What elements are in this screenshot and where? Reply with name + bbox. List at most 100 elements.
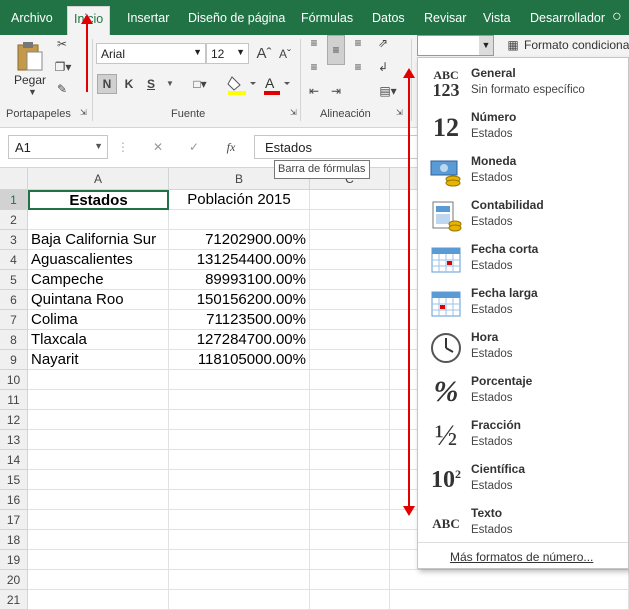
row-header[interactable]: 18: [0, 530, 28, 550]
align-right-icon[interactable]: ≡: [349, 59, 367, 75]
cell-b[interactable]: 71202900.00%: [169, 230, 310, 250]
cell-c[interactable]: [310, 570, 390, 590]
row-header[interactable]: 20: [0, 570, 28, 590]
cell-a[interactable]: Campeche: [28, 270, 169, 290]
align-top-icon[interactable]: ≡: [305, 35, 323, 51]
font-size-box[interactable]: 12 ▼: [206, 43, 249, 64]
conditional-format-label[interactable]: Formato condicional: [524, 38, 629, 52]
row-header[interactable]: 6: [0, 290, 28, 310]
increase-font-icon[interactable]: Aˆ: [255, 44, 273, 62]
number-format-general[interactable]: ABC 123 General Sin formato específico: [418, 62, 628, 106]
tab-vista[interactable]: Vista: [483, 11, 511, 25]
tab-diseno-pagina[interactable]: Diseño de página: [188, 11, 285, 25]
borders-icon[interactable]: □▾: [185, 75, 215, 93]
row-header[interactable]: 11: [0, 390, 28, 410]
lightbulb-icon[interactable]: ○: [612, 8, 622, 26]
row-header[interactable]: 14: [0, 450, 28, 470]
paste-dropdown-icon[interactable]: ▼: [28, 87, 37, 97]
cell-c[interactable]: [310, 270, 390, 290]
cell-a[interactable]: [28, 510, 169, 530]
conditional-format-icon[interactable]: ▦: [505, 37, 521, 53]
cell-b[interactable]: [169, 530, 310, 550]
underline-dropdown-icon[interactable]: ▼: [166, 79, 174, 88]
number-format-clock[interactable]: Hora Estados: [418, 326, 628, 370]
tab-revisar[interactable]: Revisar: [424, 11, 466, 25]
cell-b[interactable]: [169, 570, 310, 590]
cell-a[interactable]: [28, 430, 169, 450]
row-header[interactable]: 17: [0, 510, 28, 530]
cell-a[interactable]: Quintana Roo: [28, 290, 169, 310]
cell-b[interactable]: 89993100.00%: [169, 270, 310, 290]
name-box[interactable]: A1 ▼: [8, 135, 108, 159]
cell-a[interactable]: [28, 530, 169, 550]
cell-c[interactable]: [310, 230, 390, 250]
cell-b[interactable]: [169, 470, 310, 490]
row-header[interactable]: 10: [0, 370, 28, 390]
cell-c[interactable]: [310, 430, 390, 450]
cell-a[interactable]: [28, 370, 169, 390]
cell-c[interactable]: [310, 290, 390, 310]
cell-b[interactable]: [169, 490, 310, 510]
cell-b[interactable]: [169, 210, 310, 230]
cell-c[interactable]: [310, 190, 390, 210]
tab-insertar[interactable]: Insertar: [127, 11, 169, 25]
cell-c[interactable]: [310, 470, 390, 490]
cell-a[interactable]: [28, 550, 169, 570]
cell-b[interactable]: [169, 450, 310, 470]
tab-formulas[interactable]: Fórmulas: [301, 11, 353, 25]
cell-a[interactable]: [28, 450, 169, 470]
number-format-currency[interactable]: Moneda Estados: [418, 150, 628, 194]
enter-icon[interactable]: ✓: [184, 137, 204, 157]
cell-c[interactable]: [310, 250, 390, 270]
cell-b[interactable]: [169, 410, 310, 430]
font-name-box[interactable]: Arial ▼: [96, 43, 206, 64]
underline-button[interactable]: S: [143, 74, 159, 94]
cell-a[interactable]: [28, 410, 169, 430]
orientation-icon[interactable]: ⇗: [373, 35, 393, 51]
row-header[interactable]: 1: [0, 190, 28, 210]
number-format-short-date[interactable]: Fecha corta Estados: [418, 238, 628, 282]
align-left-icon[interactable]: ≡: [305, 59, 323, 75]
cell-b[interactable]: 131254400.00%: [169, 250, 310, 270]
number-format-percent[interactable]: % Porcentaje Estados: [418, 370, 628, 414]
cell-a[interactable]: Aguascalientes: [28, 250, 169, 270]
align-middle-icon[interactable]: ≡: [327, 35, 345, 65]
cell-c[interactable]: [310, 310, 390, 330]
row-header[interactable]: 21: [0, 590, 28, 610]
italic-button[interactable]: K: [121, 74, 137, 94]
number-format-scientific[interactable]: 102 Científica Estados: [418, 458, 628, 502]
cell-c[interactable]: [310, 550, 390, 570]
font-launcher-icon[interactable]: ⇲: [290, 108, 297, 117]
cell-b[interactable]: [169, 430, 310, 450]
cell-c[interactable]: [310, 370, 390, 390]
cell-a[interactable]: Tlaxcala: [28, 330, 169, 350]
number-format-number[interactable]: 12 Número Estados: [418, 106, 628, 150]
row-header[interactable]: 13: [0, 430, 28, 450]
select-all-corner[interactable]: [0, 168, 28, 190]
row-header[interactable]: 16: [0, 490, 28, 510]
paste-label[interactable]: Pegar: [14, 73, 46, 87]
cell-d[interactable]: [390, 590, 629, 610]
increase-indent-icon[interactable]: ⇥: [327, 83, 345, 99]
row-header[interactable]: 4: [0, 250, 28, 270]
row-header[interactable]: 3: [0, 230, 28, 250]
cell-a[interactable]: [28, 490, 169, 510]
row-header[interactable]: 15: [0, 470, 28, 490]
row-header[interactable]: 7: [0, 310, 28, 330]
cell-a[interactable]: [28, 590, 169, 610]
cell-b[interactable]: 127284700.00%: [169, 330, 310, 350]
formula-input[interactable]: Estados: [254, 135, 424, 159]
tab-datos[interactable]: Datos: [372, 11, 405, 25]
cell-c[interactable]: [310, 590, 390, 610]
number-format-fraction[interactable]: ½ Fracción Estados: [418, 414, 628, 458]
cell-b[interactable]: [169, 390, 310, 410]
align-bottom-icon[interactable]: ≡: [349, 35, 367, 51]
cell-c[interactable]: [310, 410, 390, 430]
number-format-long-date[interactable]: Fecha larga Estados: [418, 282, 628, 326]
clipboard-launcher-icon[interactable]: ⇲: [80, 108, 87, 117]
row-header[interactable]: 19: [0, 550, 28, 570]
cell-b[interactable]: 71123500.00%: [169, 310, 310, 330]
row-header[interactable]: 12: [0, 410, 28, 430]
cell-a[interactable]: [28, 390, 169, 410]
decrease-indent-icon[interactable]: ⇤: [305, 83, 323, 99]
